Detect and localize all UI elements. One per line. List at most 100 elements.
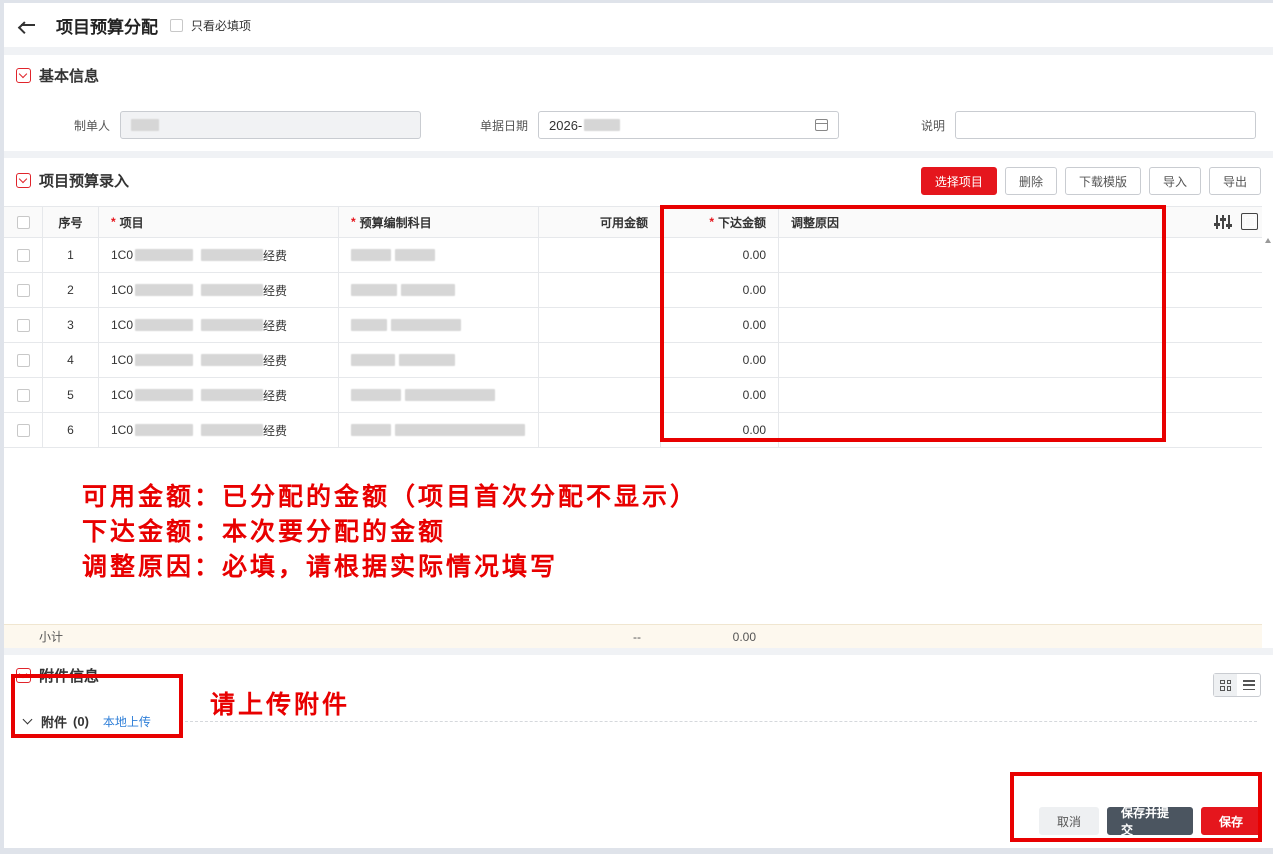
redacted-text	[395, 424, 525, 436]
row-no: 4	[43, 343, 99, 377]
redacted-text	[135, 389, 194, 401]
subtotal-amount: 0.00	[732, 629, 756, 644]
row-no: 5	[43, 378, 99, 412]
page: 项目预算分配 只看必填项 基本信息 制单人 单据日期 2026- 说明 项目预算…	[4, 3, 1273, 848]
redacted-text	[135, 284, 194, 296]
table-scrollbar[interactable]	[1265, 238, 1271, 643]
redacted-text	[401, 284, 455, 296]
row-project[interactable]: 1C0 经费	[99, 343, 339, 377]
row-checkbox[interactable]	[16, 388, 30, 402]
creator-row: 制单人	[74, 111, 422, 139]
row-project[interactable]: 1C0 经费	[99, 378, 339, 412]
annotation-box-amount	[660, 205, 1166, 442]
redacted-text	[351, 424, 391, 436]
col-project: * 项目	[99, 207, 339, 237]
date-label: 单据日期	[480, 118, 529, 133]
creator-label: 制单人	[74, 118, 111, 133]
redacted-text	[135, 249, 194, 261]
note-label: 说明	[921, 118, 946, 133]
list-view-icon[interactable]	[1237, 674, 1260, 696]
date-field[interactable]: 2026-	[538, 111, 840, 139]
section-title: 项目预算录入	[39, 172, 130, 190]
delete-button[interactable]: 删除	[1004, 167, 1057, 195]
date-row: 单据日期 2026-	[480, 111, 840, 139]
row-subject[interactable]	[339, 238, 539, 272]
grid-view-icon[interactable]	[1214, 674, 1237, 696]
redacted-text	[399, 354, 455, 366]
redacted-text	[131, 119, 160, 131]
subtotal-available: --	[633, 629, 641, 644]
row-checkbox[interactable]	[16, 423, 30, 437]
redacted-text	[351, 389, 401, 401]
col-subject: * 预算编制科目	[339, 207, 539, 237]
redacted-text	[351, 284, 397, 296]
row-available	[539, 308, 661, 342]
row-subject[interactable]	[339, 343, 539, 377]
redacted-text	[201, 389, 264, 401]
col-no: 序号	[43, 207, 99, 237]
required-only-checkbox[interactable]	[170, 18, 183, 32]
download-template-button[interactable]: 下载模版	[1064, 167, 1141, 195]
redacted-text	[201, 319, 264, 331]
redacted-text	[135, 319, 194, 331]
redacted-text	[351, 354, 395, 366]
row-available	[539, 238, 661, 272]
import-button[interactable]: 导入	[1148, 167, 1201, 195]
redacted-text	[391, 319, 461, 331]
row-subject[interactable]	[339, 308, 539, 342]
annotation-upload-hint: 请上传附件	[210, 690, 351, 719]
collapse-toggle-icon[interactable]	[16, 67, 31, 83]
row-no: 2	[43, 273, 99, 307]
redacted-text	[584, 119, 621, 131]
required-only-toggle[interactable]: 只看必填项	[170, 17, 251, 34]
subtotal-row: 小计 -- 0.00	[4, 624, 1262, 648]
row-no: 6	[43, 413, 99, 447]
row-available	[539, 378, 661, 412]
basic-info-section: 基本信息 制单人 单据日期 2026- 说明	[4, 55, 1273, 151]
creator-field	[120, 111, 422, 139]
row-checkbox[interactable]	[16, 248, 30, 262]
redacted-text	[201, 354, 264, 366]
page-title: 项目预算分配	[56, 17, 158, 37]
view-mode-toggle	[1213, 673, 1261, 697]
redacted-text	[351, 249, 391, 261]
annotation-line-3: 调整原因：必填，请根据实际情况填写	[82, 552, 559, 581]
redacted-text	[135, 424, 194, 436]
row-checkbox[interactable]	[16, 283, 30, 297]
row-project[interactable]: 1C0 经费	[99, 308, 339, 342]
row-subject[interactable]	[339, 378, 539, 412]
calendar-icon[interactable]	[815, 119, 829, 131]
export-button[interactable]: 导出	[1208, 167, 1261, 195]
row-no: 1	[43, 238, 99, 272]
select-project-button[interactable]: 选择项目	[920, 167, 997, 195]
row-subject[interactable]	[339, 413, 539, 447]
row-checkbox[interactable]	[16, 353, 30, 367]
row-subject[interactable]	[339, 273, 539, 307]
redacted-text	[201, 284, 264, 296]
select-all-checkbox[interactable]	[16, 215, 30, 229]
annotation-line-1: 可用金额：已分配的金额（项目首次分配不显示）	[82, 482, 699, 511]
annotation-line-2: 下达金额：本次要分配的金额	[82, 517, 447, 546]
redacted-text	[201, 424, 264, 436]
back-arrow-icon[interactable]	[18, 15, 38, 35]
redacted-text	[135, 354, 194, 366]
redacted-text	[395, 249, 435, 261]
note-field[interactable]	[955, 111, 1257, 139]
row-project[interactable]: 1C0 经费	[99, 238, 339, 272]
required-only-label: 只看必填项	[191, 18, 252, 33]
column-settings-icon[interactable]	[1214, 213, 1232, 231]
date-value: 2026-	[549, 117, 583, 133]
redacted-text	[201, 249, 264, 261]
row-checkbox[interactable]	[16, 318, 30, 332]
row-no: 3	[43, 308, 99, 342]
row-project[interactable]: 1C0 经费	[99, 273, 339, 307]
table-toolbar: 选择项目 删除 下载模版 导入 导出	[920, 167, 1261, 195]
annotation-box-footer	[1010, 772, 1262, 842]
subtotal-label: 小计	[39, 630, 64, 644]
col-available: 可用金额	[539, 207, 661, 237]
row-available	[539, 343, 661, 377]
row-project[interactable]: 1C0 经费	[99, 413, 339, 447]
redacted-text	[405, 389, 495, 401]
fullscreen-icon[interactable]	[1241, 213, 1258, 230]
collapse-toggle-icon[interactable]	[16, 172, 31, 188]
